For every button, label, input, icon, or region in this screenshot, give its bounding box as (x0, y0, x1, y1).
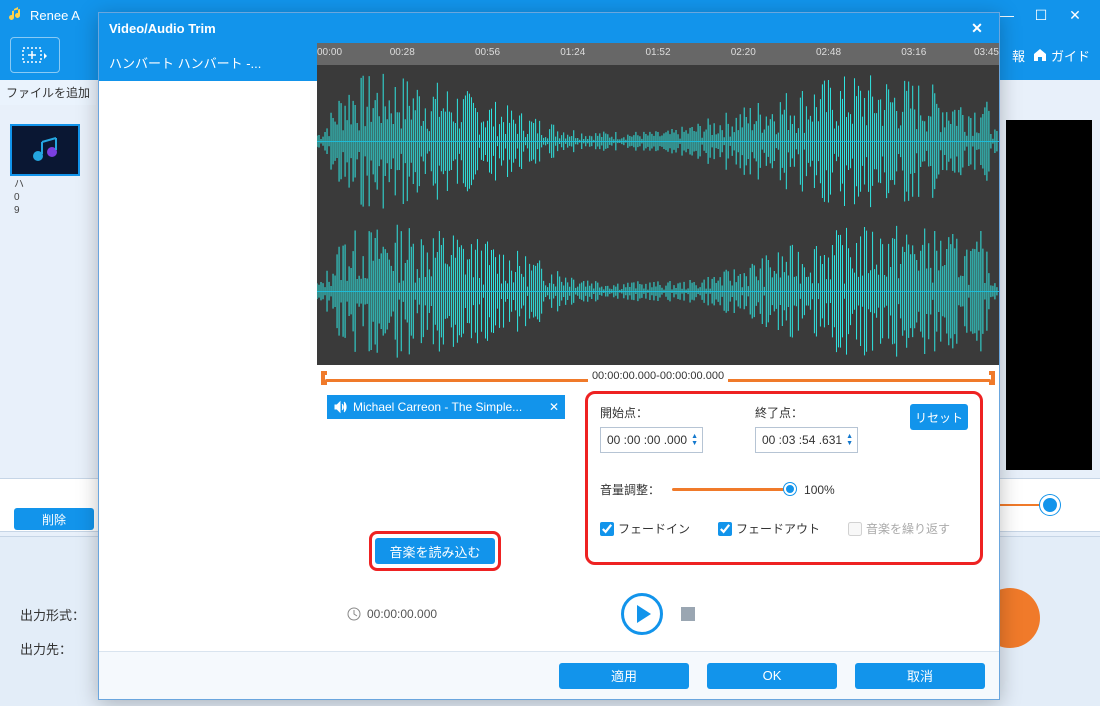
ruler-tick: 00:56 (475, 47, 500, 58)
stop-button[interactable] (681, 607, 695, 621)
volume-slider[interactable] (672, 488, 792, 491)
close-button[interactable]: ✕ (1058, 0, 1092, 30)
ruler-tick: 03:45 (974, 47, 999, 58)
volume-label: 音量調整： (600, 481, 660, 498)
end-label: 終了点： (755, 404, 906, 421)
speaker-icon (333, 400, 347, 414)
fade-out-checkbox[interactable]: フェードアウト (718, 520, 820, 537)
ruler-tick: 02:48 (816, 47, 841, 58)
add-file-label: ファイルを追加 (0, 80, 96, 105)
trim-range-text: 00:00:00.000-00:00:00.000 (588, 370, 728, 382)
file-thumbnail[interactable] (10, 124, 80, 176)
trim-handle-left[interactable] (321, 371, 327, 385)
ruler-tick: 00:28 (390, 47, 415, 58)
home-icon (1033, 48, 1047, 62)
dialog-footer: 適用 OK 取消 (99, 651, 999, 699)
dialog-close-button[interactable]: ✕ (965, 20, 989, 37)
spinner-icon[interactable]: ▲▼ (846, 433, 853, 447)
time-ruler[interactable]: 00:00 00:28 00:56 01:24 01:52 02:20 02:48 03:16… (317, 43, 999, 65)
apply-button[interactable]: 適用 (559, 663, 689, 689)
play-icon (637, 605, 651, 623)
ruler-tick: 01:52 (645, 47, 670, 58)
ruler-tick: 02:20 (731, 47, 756, 58)
end-time-input[interactable]: 00 :03 :54 .631 ▲▼ (755, 427, 858, 453)
maximize-button[interactable]: ☐ (1024, 0, 1058, 30)
file-line2: 0 (14, 191, 92, 204)
file-list: ハ 0 9 (10, 124, 92, 217)
nowplaying-close[interactable]: ✕ (549, 400, 559, 414)
clock-icon (347, 607, 361, 621)
dialog-sidebar: ハンバート ハンバート -... (99, 43, 317, 651)
ruler-tick: 00:00 (317, 47, 342, 58)
file-line1: ハ (14, 178, 92, 191)
reset-button[interactable]: リセット (910, 404, 968, 430)
volume-knob[interactable] (784, 483, 796, 495)
cancel-button[interactable]: 取消 (855, 663, 985, 689)
ok-button[interactable]: OK (707, 663, 837, 689)
trim-slider[interactable]: 00:00:00.000-00:00:00.000 (317, 365, 999, 385)
spinner-icon[interactable]: ▲▼ (691, 433, 698, 447)
add-file-button[interactable] (10, 37, 60, 73)
preview-pane (1006, 120, 1092, 470)
repeat-checkbox[interactable]: 音楽を繰り返す (848, 520, 950, 537)
nowplaying-pill[interactable]: Michael Carreon - The Simple... ✕ (327, 395, 565, 419)
trim-params-panel: 開始点： 00 :00 :00 .000 ▲▼ 終了点： 00 :03 :54 … (585, 391, 983, 565)
delete-button[interactable]: 削除 (14, 508, 94, 530)
trim-dialog: Video/Audio Trim ✕ ハンバート ハンバート -... 00:0… (98, 12, 1000, 700)
dialog-titlebar: Video/Audio Trim ✕ (99, 13, 999, 43)
dialog-main: 00:00 00:28 00:56 01:24 01:52 02:20 02:48 03:16… (317, 43, 999, 651)
start-label: 開始点： (600, 404, 751, 421)
output-format-label: 出力形式： (20, 605, 85, 624)
nowplaying-text: Michael Carreon - The Simple... (353, 400, 522, 414)
clock-text: 00:00:00.000 (367, 607, 437, 621)
output-dest-label: 出力先： (20, 639, 72, 658)
start-time-input[interactable]: 00 :00 :00 .000 ▲▼ (600, 427, 703, 453)
volume-value: 100% (804, 483, 835, 497)
music-note-icon (8, 7, 24, 23)
toolbar-info[interactable]: 報 (1012, 46, 1025, 65)
playback-controls: 00:00:00.000 (317, 589, 999, 639)
dialog-title: Video/Audio Trim (109, 21, 216, 36)
guide-button[interactable]: ガイド (1033, 46, 1090, 65)
ruler-tick: 03:16 (901, 47, 926, 58)
track-name[interactable]: ハンバート ハンバート -... (99, 43, 317, 81)
fade-in-checkbox[interactable]: フェードイン (600, 520, 690, 537)
trim-handle-right[interactable] (989, 371, 995, 385)
play-button[interactable] (621, 593, 663, 635)
timeline-knob[interactable] (1040, 495, 1060, 515)
file-line3: 9 (14, 204, 92, 217)
ruler-tick: 01:24 (560, 47, 585, 58)
load-music-highlight: 音楽を読み込む (369, 531, 501, 571)
waveform[interactable] (317, 65, 999, 365)
load-music-button[interactable]: 音楽を読み込む (375, 538, 494, 564)
